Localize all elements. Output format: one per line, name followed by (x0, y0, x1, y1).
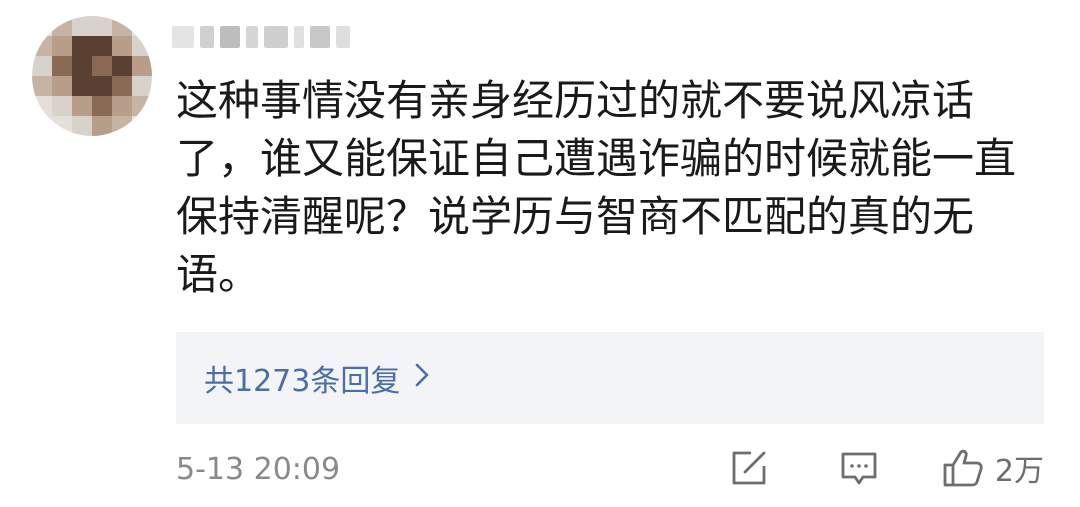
like-count: 2万 (994, 454, 1044, 489)
replies-label: 共1273条回复 (204, 364, 401, 399)
chevron-right-icon (414, 361, 430, 396)
share-icon (732, 451, 766, 485)
comment-text: 这种事情没有亲身经历过的就不要说风凉话了，谁又能保证自己遭遇诈骗的时候就能一直保… (176, 76, 1017, 299)
action-bar: 2万 (729, 446, 1044, 490)
comment-icon (841, 452, 877, 485)
timestamp: 5-13 20:09 (176, 452, 341, 487)
like-button[interactable]: 2万 (941, 446, 1044, 490)
reply-button[interactable] (839, 448, 879, 488)
view-replies-button[interactable]: 共1273条回复 (176, 332, 1044, 424)
avatar[interactable] (32, 16, 152, 136)
thumbs-up-icon (943, 449, 983, 487)
share-button[interactable] (729, 448, 769, 488)
username-blurred[interactable] (172, 20, 412, 54)
